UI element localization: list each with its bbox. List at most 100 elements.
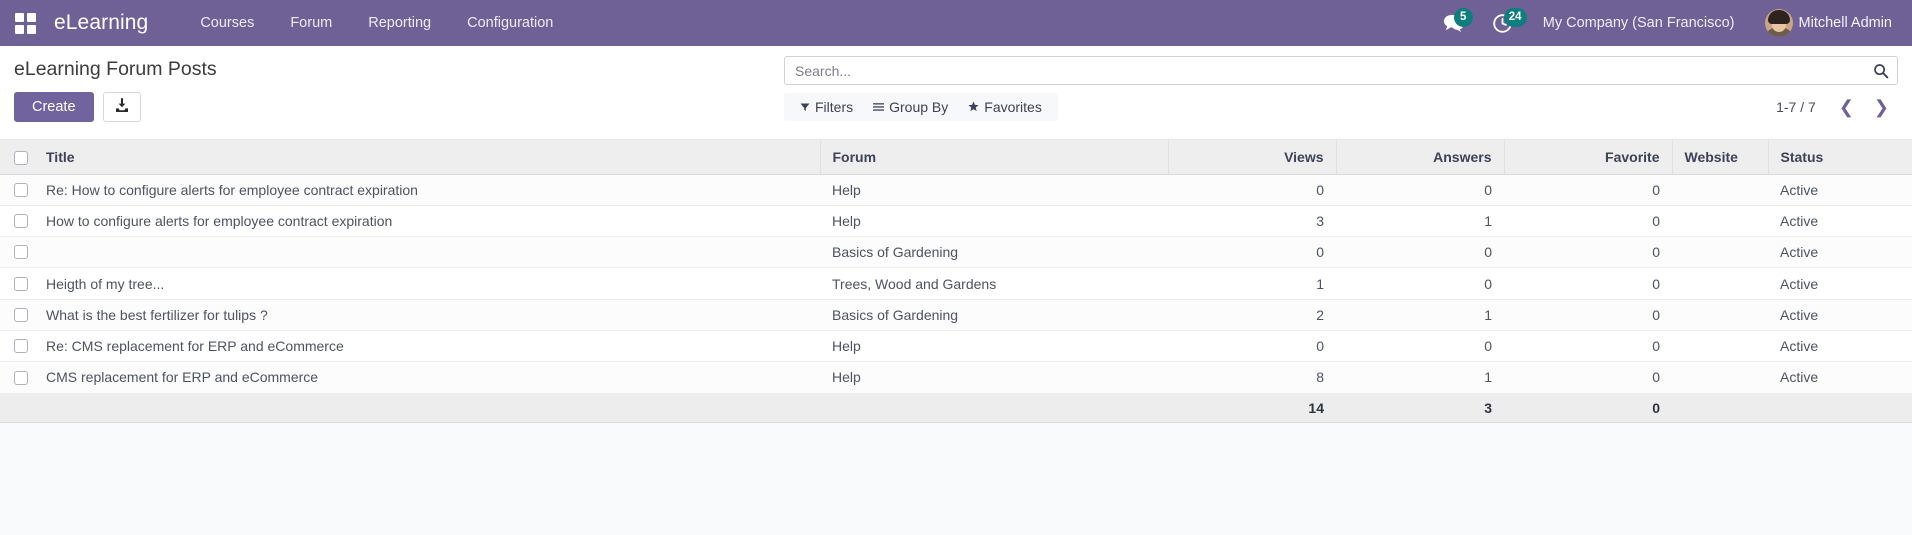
table-row[interactable]: CMS replacement for ERP and eCommerce He… bbox=[0, 361, 1912, 394]
table-row[interactable]: Re: How to configure alerts for employee… bbox=[0, 174, 1912, 206]
row-checkbox[interactable] bbox=[14, 182, 28, 197]
row-checkbox[interactable] bbox=[14, 370, 28, 385]
favorites-dropdown[interactable]: Favorites bbox=[958, 95, 1052, 119]
row-checkbox[interactable] bbox=[14, 339, 28, 354]
page-title: eLearning Forum Posts bbox=[14, 58, 217, 80]
table-row[interactable]: How to configure alerts for employee con… bbox=[0, 205, 1912, 238]
totals-forum-cell bbox=[820, 392, 1168, 423]
row-select-cell[interactable] bbox=[0, 205, 34, 238]
column-header-website[interactable]: Website bbox=[1672, 140, 1769, 175]
search-input[interactable] bbox=[795, 62, 1873, 79]
row-select-cell[interactable] bbox=[0, 174, 34, 206]
pager-next-button[interactable]: ❯ bbox=[1865, 96, 1898, 118]
cell-status: Active bbox=[1768, 205, 1912, 238]
select-all-header[interactable] bbox=[0, 140, 34, 175]
cell-answers: 1 bbox=[1336, 299, 1504, 331]
user-name-label: Mitchell Admin bbox=[1798, 15, 1892, 31]
filters-dropdown[interactable]: Filters bbox=[790, 95, 863, 119]
apps-menu-button[interactable] bbox=[8, 6, 42, 40]
cell-website bbox=[1672, 267, 1768, 300]
facet-row: Filters Group By Favorites 1-7 / 7 ❮ ❯ bbox=[784, 92, 1898, 122]
cell-forum: Help bbox=[820, 205, 1168, 238]
cell-title: Re: CMS replacement for ERP and eCommerc… bbox=[34, 330, 820, 363]
cell-forum: Trees, Wood and Gardens bbox=[820, 267, 1168, 300]
totals-title-cell bbox=[34, 392, 820, 423]
cell-status: Active bbox=[1768, 267, 1912, 300]
row-select-cell[interactable] bbox=[0, 361, 34, 394]
menu-item-reporting[interactable]: Reporting bbox=[350, 2, 449, 44]
create-button[interactable]: Create bbox=[14, 92, 94, 122]
cell-answers: 0 bbox=[1336, 330, 1504, 363]
column-header-forum[interactable]: Forum bbox=[820, 140, 1169, 175]
group-lines-icon bbox=[873, 99, 885, 115]
activities-count-badge: 24 bbox=[1503, 8, 1527, 27]
search-icon[interactable] bbox=[1873, 63, 1889, 79]
cell-views: 0 bbox=[1168, 236, 1336, 269]
cell-favorite: 0 bbox=[1504, 330, 1672, 363]
app-brand[interactable]: eLearning bbox=[54, 11, 148, 35]
cell-status: Active bbox=[1768, 299, 1912, 331]
row-checkbox[interactable] bbox=[14, 214, 28, 229]
menu-item-configuration[interactable]: Configuration bbox=[449, 2, 571, 44]
cell-website bbox=[1672, 330, 1768, 363]
menu-item-forum[interactable]: Forum bbox=[272, 2, 350, 44]
row-checkbox[interactable] bbox=[14, 307, 28, 322]
cell-views: 1 bbox=[1168, 267, 1336, 300]
table-row[interactable]: Basics of Gardening 0 0 0 Active bbox=[0, 236, 1912, 269]
activities-button[interactable]: 24 bbox=[1478, 0, 1527, 46]
star-icon bbox=[968, 99, 979, 115]
cell-answers: 0 bbox=[1336, 267, 1504, 300]
column-header-title[interactable]: Title bbox=[34, 140, 821, 175]
cell-title: Re: How to configure alerts for employee… bbox=[34, 174, 820, 206]
control-panel: eLearning Forum Posts Create Search... F… bbox=[0, 46, 1912, 140]
cell-views: 0 bbox=[1168, 174, 1336, 206]
menu-item-courses[interactable]: Courses bbox=[182, 2, 272, 44]
cell-favorite: 0 bbox=[1504, 236, 1672, 269]
totals-select-cell bbox=[0, 392, 34, 423]
company-switcher[interactable]: My Company (San Francisco) bbox=[1527, 2, 1751, 44]
filter-funnel-icon bbox=[800, 99, 810, 115]
column-header-views[interactable]: Views bbox=[1168, 140, 1337, 175]
import-download-icon bbox=[114, 97, 130, 117]
cell-views: 3 bbox=[1168, 205, 1336, 238]
cell-forum: Basics of Gardening bbox=[820, 299, 1168, 331]
row-checkbox[interactable] bbox=[14, 245, 28, 260]
forum-posts-table: Title Forum Views Answers Favorite Websi… bbox=[0, 140, 1912, 423]
select-all-checkbox[interactable] bbox=[14, 150, 28, 165]
cell-views: 8 bbox=[1168, 361, 1336, 394]
messages-button[interactable]: 5 bbox=[1428, 0, 1478, 46]
column-header-favorite[interactable]: Favorite bbox=[1504, 140, 1673, 175]
search-dropdowns: Filters Group By Favorites bbox=[784, 93, 1058, 121]
cell-forum: Help bbox=[820, 174, 1168, 206]
cell-views: 0 bbox=[1168, 330, 1336, 363]
row-select-cell[interactable] bbox=[0, 267, 34, 300]
main-menu: Courses Forum Reporting Configuration bbox=[182, 2, 571, 44]
user-menu[interactable]: Mitchell Admin bbox=[1751, 0, 1898, 46]
cell-favorite: 0 bbox=[1504, 205, 1672, 238]
totals-status-cell bbox=[1768, 392, 1912, 423]
cell-website bbox=[1672, 361, 1768, 394]
table-row[interactable]: What is the best fertilizer for tulips ?… bbox=[0, 299, 1912, 331]
cell-forum: Help bbox=[820, 361, 1168, 394]
row-select-cell[interactable] bbox=[0, 299, 34, 331]
search-box[interactable] bbox=[784, 56, 1898, 85]
pager-previous-button[interactable]: ❮ bbox=[1830, 96, 1863, 118]
groupby-dropdown[interactable]: Group By bbox=[863, 95, 958, 119]
cell-favorite: 0 bbox=[1504, 267, 1672, 300]
groupby-label: Group By bbox=[889, 99, 949, 115]
filters-label: Filters bbox=[815, 99, 854, 115]
totals-answers: 3 bbox=[1336, 392, 1504, 423]
action-buttons: Create bbox=[14, 92, 217, 122]
table-row[interactable]: Re: CMS replacement for ERP and eCommerc… bbox=[0, 330, 1912, 363]
avatar bbox=[1764, 9, 1793, 37]
favorites-label: Favorites bbox=[984, 99, 1042, 115]
column-header-answers[interactable]: Answers bbox=[1336, 140, 1505, 175]
row-select-cell[interactable] bbox=[0, 236, 34, 269]
import-button[interactable] bbox=[102, 92, 141, 122]
cell-title bbox=[34, 236, 820, 269]
cell-views: 2 bbox=[1168, 299, 1336, 331]
table-row[interactable]: Heigth of my tree... Trees, Wood and Gar… bbox=[0, 267, 1912, 300]
row-select-cell[interactable] bbox=[0, 330, 34, 363]
row-checkbox[interactable] bbox=[14, 276, 28, 291]
column-header-status[interactable]: Status bbox=[1768, 140, 1912, 175]
